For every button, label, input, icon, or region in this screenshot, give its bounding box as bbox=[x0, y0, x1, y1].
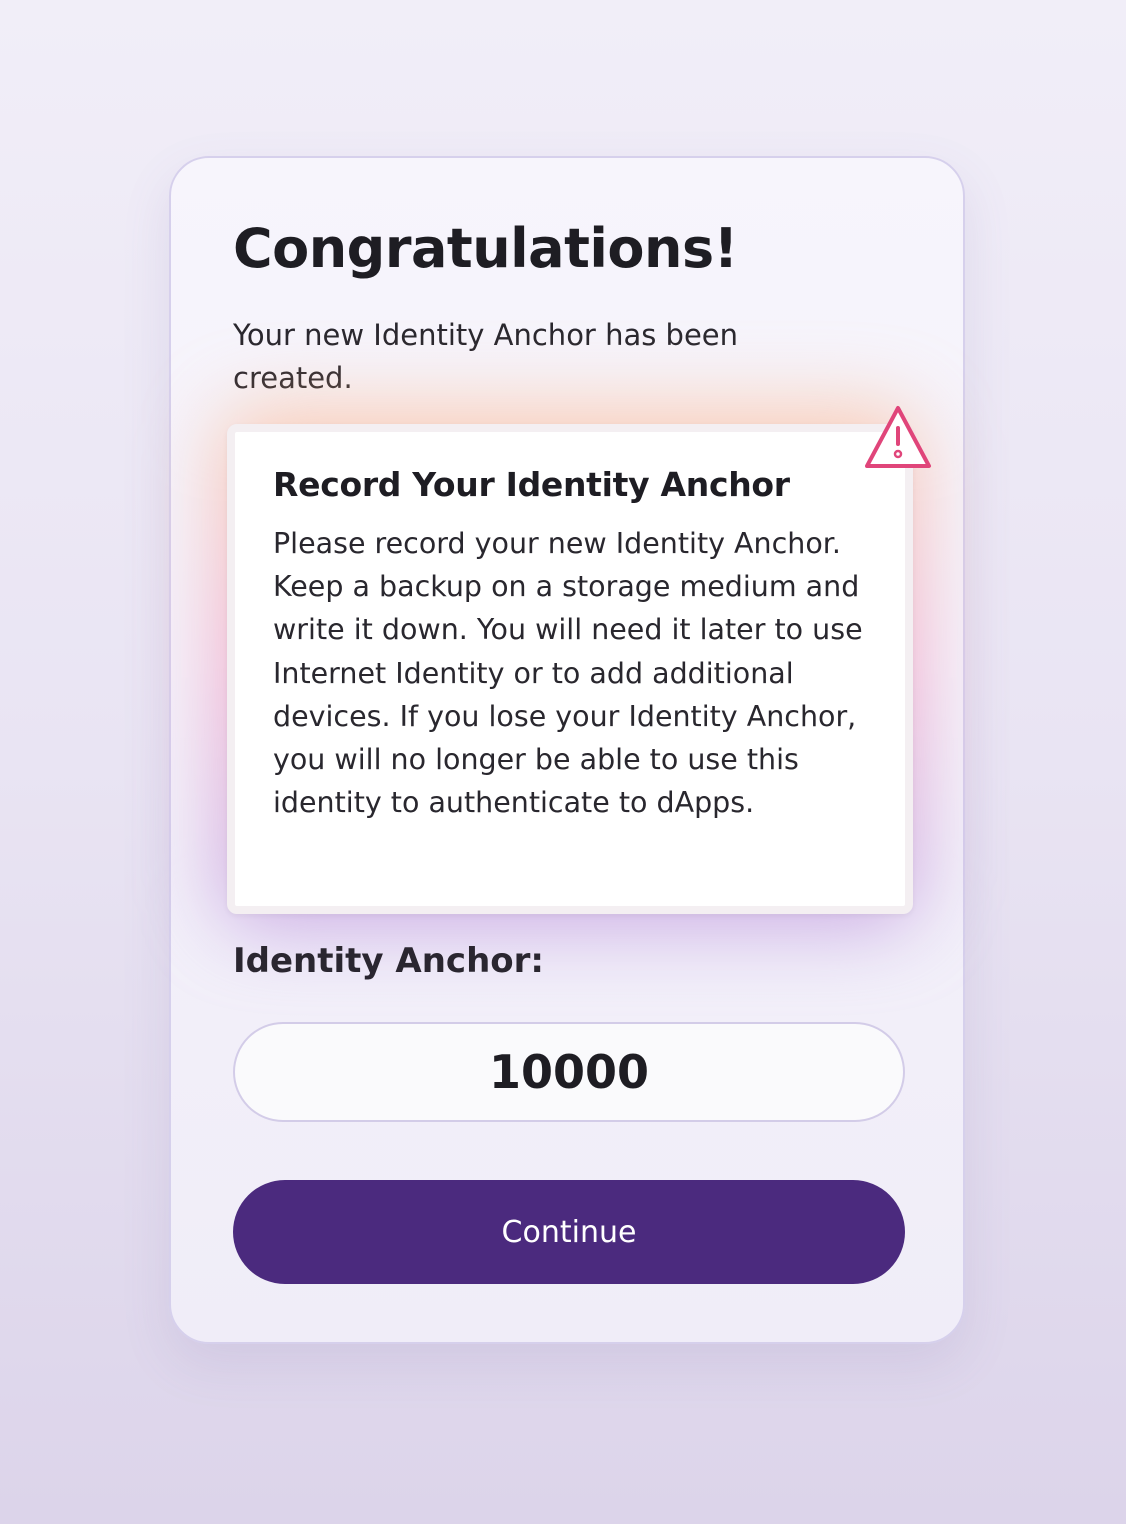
warning-text: Please record your new Identity Anchor. … bbox=[273, 527, 863, 820]
warning-title: Record Your Identity Anchor bbox=[273, 465, 790, 504]
warning-triangle-icon bbox=[865, 406, 931, 468]
page-title: Congratulations! bbox=[233, 217, 738, 280]
identity-anchor-value[interactable]: 10000 bbox=[233, 1022, 905, 1122]
continue-button[interactable]: Continue bbox=[233, 1180, 905, 1284]
page-subtitle: Your new Identity Anchor has been create… bbox=[233, 318, 739, 395]
warning-box: Record Your Identity Anchor Please recor… bbox=[227, 424, 913, 914]
congratulations-card: Congratulations! Your new Identity Ancho… bbox=[169, 156, 965, 1344]
identity-anchor-label: Identity Anchor: bbox=[233, 941, 545, 981]
